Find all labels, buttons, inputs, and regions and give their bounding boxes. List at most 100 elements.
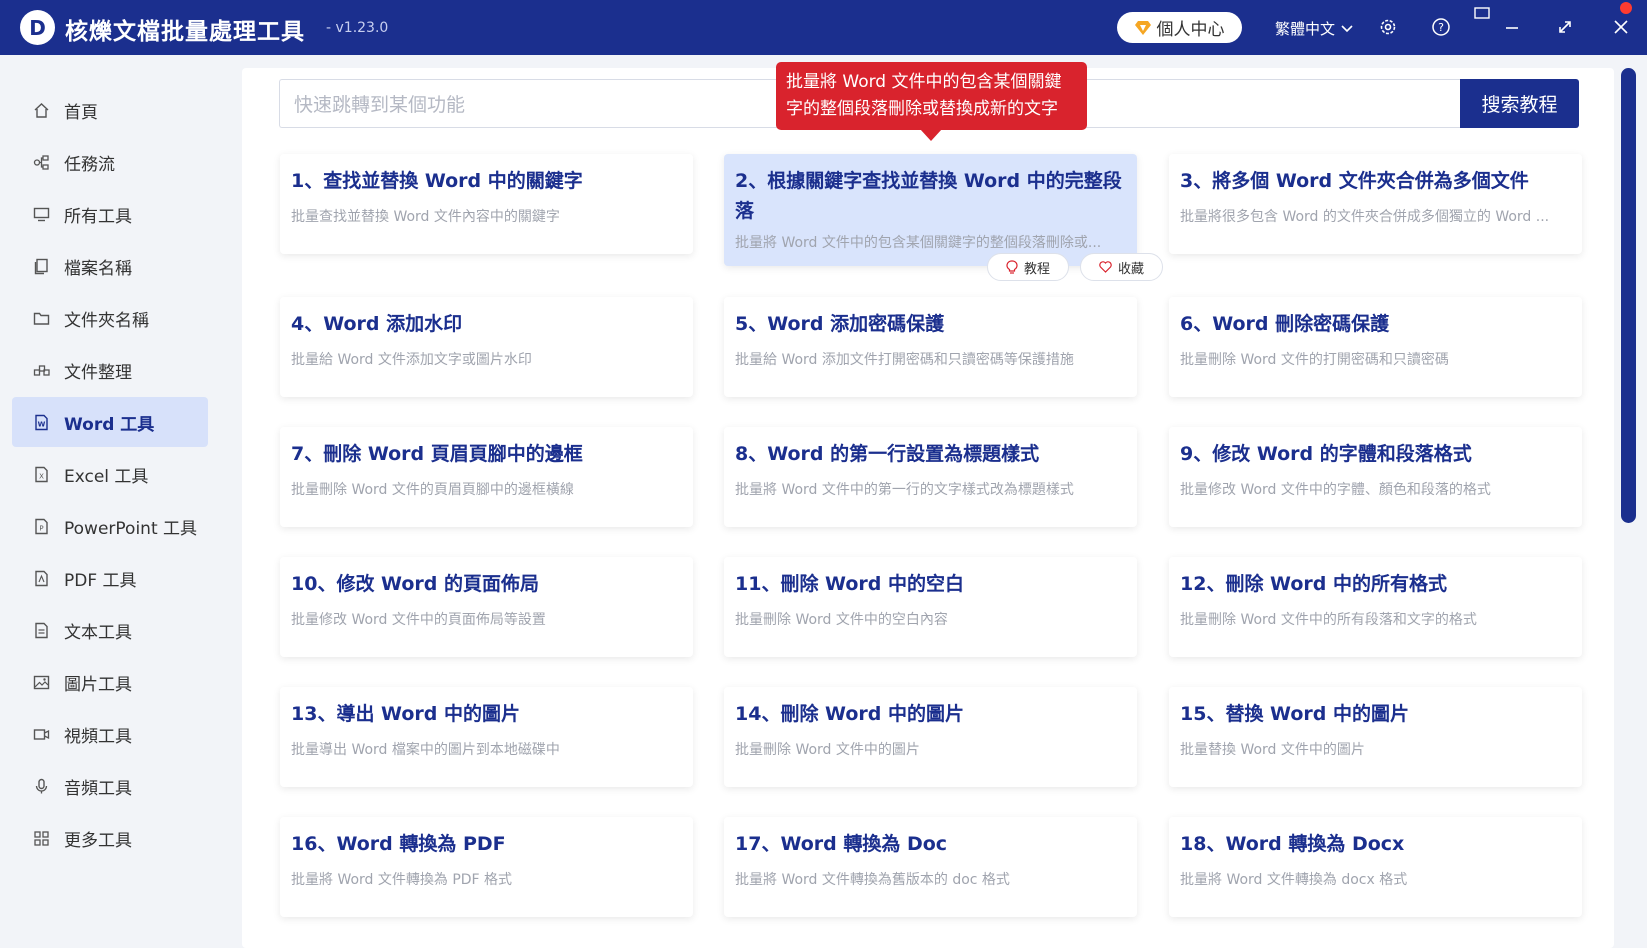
- card-desc: 批量將 Word 文件中的包含某個關鍵字的整個段落刪除或...: [735, 235, 1102, 251]
- sidebar-item-powerpoint-tools[interactable]: P PowerPoint 工具: [12, 501, 208, 551]
- sidebar-item-label: 檔案名稱: [64, 258, 132, 279]
- file-copy-icon: [32, 257, 50, 275]
- search-tutorial-button[interactable]: 搜索教程: [1460, 79, 1579, 128]
- tool-card-2[interactable]: 2、根據關鍵字查找並替換 Word 中的完整段落 批量將 Word 文件中的包含…: [724, 154, 1137, 266]
- sidebar-item-folder-name[interactable]: 文件夾名稱: [12, 293, 208, 343]
- sidebar-item-label: Excel 工具: [64, 466, 149, 487]
- tool-card-13[interactable]: 13、導出 Word 中的圖片 批量導出 Word 檔案中的圖片到本地磁碟中: [280, 687, 693, 787]
- favorite-button[interactable]: 收藏: [1080, 253, 1163, 281]
- organize-icon: [32, 361, 50, 379]
- tool-card-7[interactable]: 7、刪除 Word 頁眉頁腳中的邊框 批量刪除 Word 文件的頁眉頁腳中的邊框…: [280, 427, 693, 527]
- word-icon: W: [32, 413, 50, 431]
- tool-card-15[interactable]: 15、替換 Word 中的圖片 批量替換 Word 文件中的圖片: [1169, 687, 1582, 787]
- mic-icon: [32, 777, 50, 795]
- tool-card-4[interactable]: 4、Word 添加水印 批量給 Word 文件添加文字或圖片水印: [280, 297, 693, 397]
- tool-card-17[interactable]: 17、Word 轉換為 Doc 批量將 Word 文件轉換為舊版本的 doc 格…: [724, 817, 1137, 917]
- sidebar-item-label: 更多工具: [64, 830, 132, 851]
- tool-card-3[interactable]: 3、將多個 Word 文件夾合併為多個文件 批量將很多包含 Word 的文件夾合…: [1169, 154, 1582, 254]
- card-desc: 批量修改 Word 文件中的字體、顏色和段落的格式: [1180, 482, 1491, 498]
- card-desc: 批量給 Word 文件添加文字或圖片水印: [291, 352, 532, 368]
- home-icon: [32, 101, 50, 119]
- sidebar-item-label: PDF 工具: [64, 570, 137, 591]
- sidebar-item-text-tools[interactable]: 文本工具: [12, 605, 208, 655]
- workflow-icon: [32, 153, 50, 171]
- screenshot-button[interactable]: [1471, 3, 1493, 25]
- card-desc: 批量將很多包含 Word 的文件夾合併成多個獨立的 Word ...: [1180, 209, 1550, 225]
- card-tooltip: 批量將 Word 文件中的包含某個關鍵字的整個段落刪除或替換成新的文字: [776, 62, 1087, 130]
- card-title: 16、Word 轉換為 PDF: [291, 833, 506, 855]
- sidebar-item-file-organize[interactable]: 文件整理: [12, 345, 208, 395]
- card-title: 15、替換 Word 中的圖片: [1180, 703, 1409, 725]
- tool-card-11[interactable]: 11、刪除 Word 中的空白 批量刪除 Word 文件中的空白內容: [724, 557, 1137, 657]
- card-desc: 批量刪除 Word 文件的頁眉頁腳中的邊框橫線: [291, 482, 574, 498]
- card-desc: 批量將 Word 文件轉換為舊版本的 doc 格式: [735, 872, 1010, 888]
- user-center-button[interactable]: 個人中心: [1117, 12, 1242, 43]
- card-title: 1、查找並替換 Word 中的關鍵字: [291, 170, 583, 192]
- card-desc: 批量將 Word 文件中的第一行的文字樣式改為標題樣式: [735, 482, 1074, 498]
- tool-card-9[interactable]: 9、修改 Word 的字體和段落格式 批量修改 Word 文件中的字體、顏色和段…: [1169, 427, 1582, 527]
- language-selector[interactable]: 繁體中文: [1275, 18, 1353, 39]
- tool-card-8[interactable]: 8、Word 的第一行設置為標題樣式 批量將 Word 文件中的第一行的文字樣式…: [724, 427, 1137, 527]
- sidebar-item-workflow[interactable]: 任務流: [12, 137, 208, 187]
- card-title: 5、Word 添加密碼保護: [735, 313, 945, 335]
- tool-card-16[interactable]: 16、Word 轉換為 PDF 批量將 Word 文件轉換為 PDF 格式: [280, 817, 693, 917]
- card-title: 18、Word 轉換為 Docx: [1180, 833, 1405, 855]
- card-desc: 批量刪除 Word 文件中的所有段落和文字的格式: [1180, 612, 1477, 628]
- tool-card-10[interactable]: 10、修改 Word 的頁面佈局 批量修改 Word 文件中的頁面佈局等設置: [280, 557, 693, 657]
- close-button[interactable]: [1610, 16, 1632, 38]
- sidebar-item-all-tools[interactable]: 所有工具: [12, 189, 208, 239]
- card-title: 9、修改 Word 的字體和段落格式: [1180, 443, 1472, 465]
- maximize-button[interactable]: [1554, 16, 1576, 38]
- sidebar-item-home[interactable]: 首頁: [12, 85, 208, 135]
- sidebar-item-label: 音頻工具: [64, 778, 132, 799]
- bulb-icon: [1006, 260, 1018, 274]
- card-title: 2、根據關鍵字查找並替換 Word 中的完整段落: [735, 170, 1122, 222]
- card-title: 13、導出 Word 中的圖片: [291, 703, 520, 725]
- minimize-button[interactable]: [1501, 16, 1523, 38]
- sidebar-item-image-tools[interactable]: 圖片工具: [12, 657, 208, 707]
- sidebar-item-file-name[interactable]: 檔案名稱: [12, 241, 208, 291]
- card-desc: 批量將 Word 文件轉換為 docx 格式: [1180, 872, 1408, 888]
- grid-icon: [32, 829, 50, 847]
- expand-icon: [1559, 21, 1571, 33]
- language-label: 繁體中文: [1275, 20, 1336, 38]
- title-bar: D 核爍文檔批量處理工具 - v1.23.0 個人中心 繁體中文 ?: [0, 0, 1647, 55]
- svg-text:P: P: [39, 524, 43, 532]
- tool-card-12[interactable]: 12、刪除 Word 中的所有格式 批量刪除 Word 文件中的所有段落和文字的…: [1169, 557, 1582, 657]
- card-desc: 批量刪除 Word 文件的打開密碼和只讀密碼: [1180, 352, 1449, 368]
- card-desc: 批量修改 Word 文件中的頁面佈局等設置: [291, 612, 546, 628]
- screen-icon: [1474, 7, 1490, 19]
- sidebar-item-pdf-tools[interactable]: PDF 工具: [12, 553, 208, 603]
- sidebar: 首頁 任務流 所有工具 檔案名稱 文件夾名稱 文件整理 W Word 工具 X …: [0, 55, 220, 948]
- card-title: 11、刪除 Word 中的空白: [735, 573, 964, 595]
- scrollbar-thumb[interactable]: [1621, 68, 1636, 523]
- settings-button[interactable]: [1377, 16, 1399, 38]
- tool-card-6[interactable]: 6、Word 刪除密碼保護 批量刪除 Word 文件的打開密碼和只讀密碼: [1169, 297, 1582, 397]
- card-title: 6、Word 刪除密碼保護: [1180, 313, 1390, 335]
- sidebar-item-label: 圖片工具: [64, 674, 132, 695]
- minimize-icon: [1506, 27, 1518, 29]
- sidebar-item-excel-tools[interactable]: X Excel 工具: [12, 449, 208, 499]
- folder-icon: [32, 309, 50, 327]
- sidebar-item-more-tools[interactable]: 更多工具: [12, 813, 208, 863]
- card-desc: 批量刪除 Word 文件中的圖片: [735, 742, 920, 758]
- sidebar-item-label: 任務流: [64, 154, 115, 175]
- tool-card-18[interactable]: 18、Word 轉換為 Docx 批量將 Word 文件轉換為 docx 格式: [1169, 817, 1582, 917]
- chevron-down-icon: [1341, 24, 1353, 32]
- card-title: 4、Word 添加水印: [291, 313, 463, 335]
- card-desc: 批量給 Word 添加文件打開密碼和只讀密碼等保護措施: [735, 352, 1074, 368]
- sidebar-item-label: 文本工具: [64, 622, 132, 643]
- close-icon: [1614, 20, 1628, 34]
- card-desc: 批量替換 Word 文件中的圖片: [1180, 742, 1365, 758]
- sidebar-item-video-tools[interactable]: 視頻工具: [12, 709, 208, 759]
- tutorial-button[interactable]: 教程: [987, 253, 1069, 281]
- tool-card-14[interactable]: 14、刪除 Word 中的圖片 批量刪除 Word 文件中的圖片: [724, 687, 1137, 787]
- help-button[interactable]: ?: [1430, 16, 1452, 38]
- card-desc: 批量查找並替換 Word 文件內容中的關鍵字: [291, 209, 560, 225]
- svg-text:?: ?: [1438, 21, 1444, 34]
- tool-card-1[interactable]: 1、查找並替換 Word 中的關鍵字 批量查找並替換 Word 文件內容中的關鍵…: [280, 154, 693, 254]
- tool-card-5[interactable]: 5、Word 添加密碼保護 批量給 Word 添加文件打開密碼和只讀密碼等保護措…: [724, 297, 1137, 397]
- sidebar-item-label: 首頁: [64, 102, 98, 123]
- sidebar-item-word-tools[interactable]: W Word 工具: [12, 397, 208, 447]
- sidebar-item-audio-tools[interactable]: 音頻工具: [12, 761, 208, 811]
